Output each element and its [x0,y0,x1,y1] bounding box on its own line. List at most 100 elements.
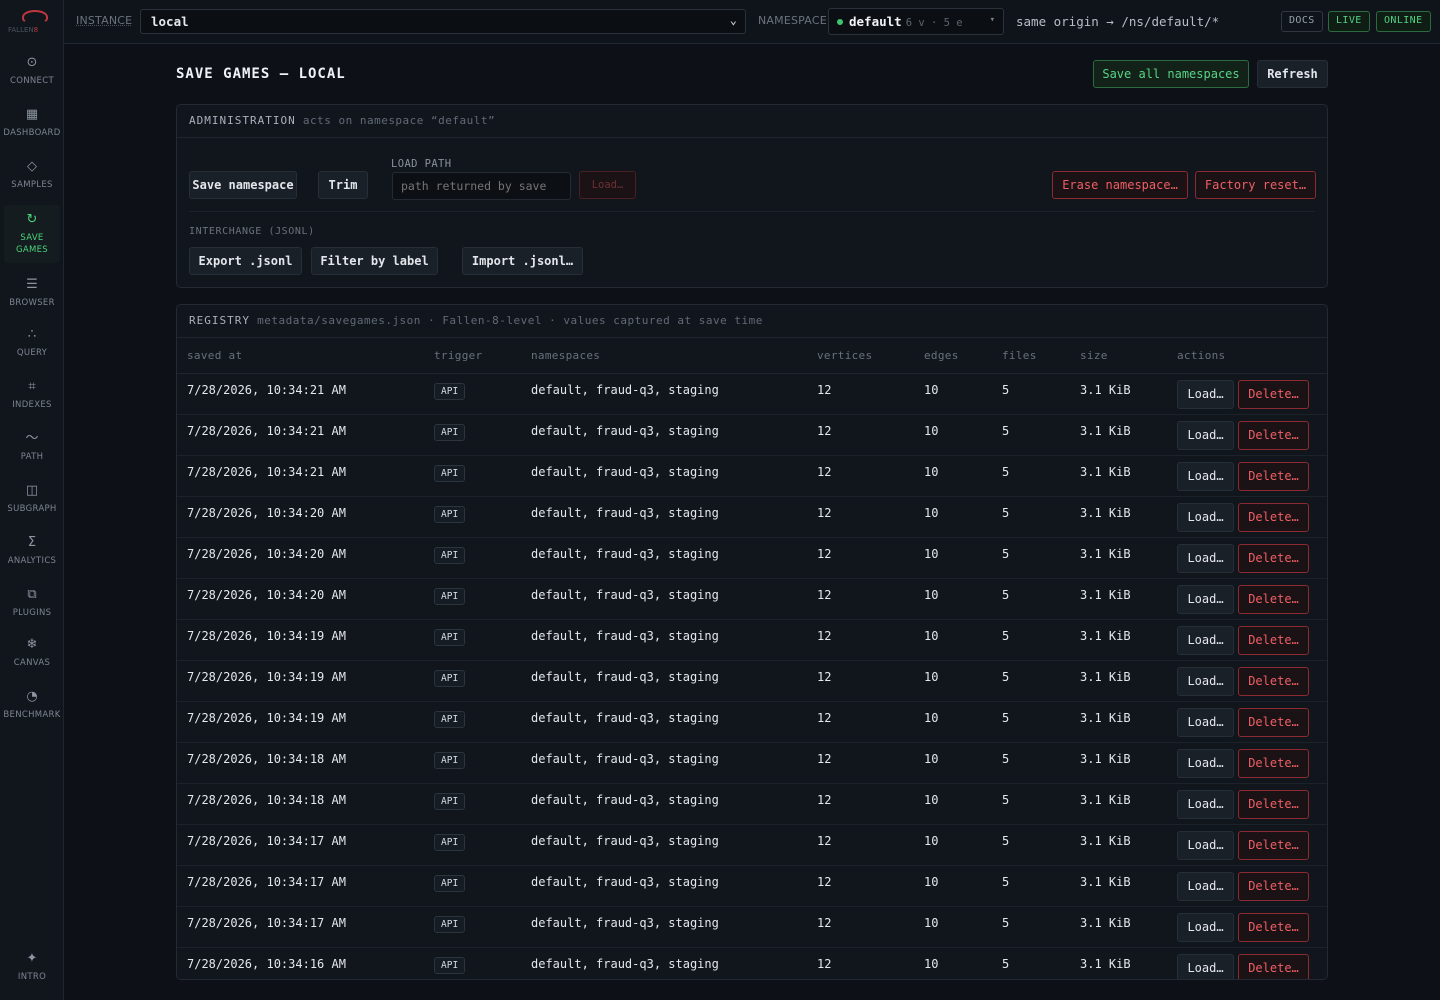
filter-by-label-button[interactable]: Filter by label [311,247,438,275]
load-savegame-button[interactable]: Load… [1177,707,1234,737]
load-savegame-button[interactable]: Load… [1177,912,1234,942]
sparkle-icon: ✦ [26,950,38,966]
delete-savegame-button[interactable]: Delete… [1238,789,1309,819]
registry-title: REGISTRY [189,314,250,327]
delete-savegame-button[interactable]: Delete… [1238,830,1309,860]
sidebar-item-benchmark[interactable]: ◔ BENCHMARK [3,682,60,728]
sidebar-item-samples[interactable]: ◇ SAMPLES [4,152,60,198]
cell-files: 5 [992,824,1070,866]
cell-files: 5 [992,701,1070,743]
sidebar-item-canvas[interactable]: ❄ CANVAS [4,630,60,676]
table-row: 7/28/2026, 10:34:19 AM API default, fraud-… [177,660,1327,702]
load-savegame-button[interactable]: Load… [1177,543,1234,573]
load-path-input[interactable] [392,172,571,200]
sidebar-item-analytics[interactable]: Σ ANALYTICS [4,528,60,574]
delete-savegame-button[interactable]: Delete… [1238,666,1309,696]
load-savegame-button[interactable]: Load… [1177,871,1234,901]
instance-label: INSTANCE [76,14,133,27]
load-savegame-button[interactable]: Load… [1177,789,1234,819]
cell-files: 5 [992,660,1070,702]
chevron-down-icon: ⌄ [729,13,737,27]
delete-savegame-button[interactable]: Delete… [1238,543,1309,573]
load-savegame-button[interactable]: Load… [1177,830,1234,860]
sidebar-item-indexes[interactable]: ⌗ INDEXES [4,372,60,418]
load-savegame-button[interactable]: Load… [1177,502,1234,532]
cell-namespaces: default, fraud-q3, staging [521,865,807,907]
sidebar-item-save-games[interactable]: ↻ SAVE GAMES [4,205,60,263]
table-row: 7/28/2026, 10:34:20 AM API default, fraud-… [177,537,1327,579]
factory-reset-button[interactable]: Factory reset… [1195,171,1316,199]
cell-namespaces: default, fraud-q3, staging [521,496,807,538]
cell-saved-at: 7/28/2026, 10:34:20 AM [177,537,424,579]
cell-size: 3.1 KiB [1070,824,1167,866]
column-header-files[interactable]: files [992,339,1070,374]
brand-logo[interactable]: FALLEN8 [8,8,58,36]
trim-button[interactable]: Trim [318,171,368,199]
cell-edges: 10 [914,414,992,456]
cell-namespaces: default, fraud-q3, staging [521,455,807,497]
delete-savegame-button[interactable]: Delete… [1238,912,1309,942]
delete-savegame-button[interactable]: Delete… [1238,379,1309,409]
load-savegame-button[interactable]: Load… [1177,666,1234,696]
instance-select[interactable]: local ⌄ [140,9,746,34]
sidebar-item-intro[interactable]: ✦ INTRO [4,944,60,990]
column-header-size[interactable]: size [1070,339,1167,374]
load-path-button[interactable]: Load… [579,171,636,199]
load-savegame-button[interactable]: Load… [1177,461,1234,491]
delete-savegame-button[interactable]: Delete… [1238,871,1309,901]
cell-trigger: API [424,537,521,579]
sidebar-item-connect[interactable]: ⊙ CONNECT [4,48,60,94]
load-savegame-button[interactable]: Load… [1177,584,1234,614]
column-header-saved-at[interactable]: saved at [177,339,424,374]
namespace-label: NAMESPACE [758,14,827,27]
table-row: 7/28/2026, 10:34:16 AM API default, fraud-… [177,947,1327,979]
column-header-actions: actions [1167,339,1327,374]
load-savegame-button[interactable]: Load… [1177,953,1234,979]
column-header-trigger[interactable]: trigger [424,339,521,374]
sidebar-item-subgraph[interactable]: ◫ SUBGRAPH [4,476,60,522]
erase-namespace-button[interactable]: Erase namespace… [1052,171,1188,199]
load-savegame-button[interactable]: Load… [1177,420,1234,450]
logo-wordmark: FALLEN [8,26,34,34]
namespace-select[interactable]: default 6 v · 5 e ▾ [828,8,1004,35]
refresh-button[interactable]: Refresh [1257,60,1328,88]
delete-savegame-button[interactable]: Delete… [1238,502,1309,532]
sidebar-item-query[interactable]: ∴ QUERY [4,320,60,366]
cell-saved-at: 7/28/2026, 10:34:19 AM [177,660,424,702]
delete-savegame-button[interactable]: Delete… [1238,625,1309,655]
trigger-badge: API [434,669,466,687]
delete-savegame-button[interactable]: Delete… [1238,748,1309,778]
registry-table: saved at trigger namespaces vertices edg… [177,339,1327,979]
trigger-badge: API [434,464,466,482]
table-row: 7/28/2026, 10:34:21 AM API default, fraud-… [177,414,1327,456]
column-header-edges[interactable]: edges [914,339,992,374]
delete-savegame-button[interactable]: Delete… [1238,953,1309,979]
sidebar-item-path[interactable]: 〜 PATH [4,424,60,470]
sidebar-item-dashboard[interactable]: ▦ DASHBOARD [3,100,60,146]
load-savegame-button[interactable]: Load… [1177,625,1234,655]
export-jsonl-button[interactable]: Export .jsonl [189,247,302,275]
import-jsonl-button[interactable]: Import .jsonl… [462,247,583,275]
cell-actions: Load… Delete… [1167,783,1327,825]
delete-savegame-button[interactable]: Delete… [1238,584,1309,614]
sidebar-item-browser[interactable]: ☰ BROWSER [4,270,60,316]
cell-saved-at: 7/28/2026, 10:34:18 AM [177,783,424,825]
docs-link[interactable]: DOCS [1281,11,1323,32]
save-namespace-button[interactable]: Save namespace [189,171,297,199]
cell-edges: 10 [914,742,992,784]
delete-savegame-button[interactable]: Delete… [1238,707,1309,737]
delete-savegame-button[interactable]: Delete… [1238,461,1309,491]
trigger-badge: API [434,546,466,564]
administration-panel: ADMINISTRATION acts on namespace “defaul… [176,104,1328,288]
cell-edges: 10 [914,947,992,979]
load-savegame-button[interactable]: Load… [1177,748,1234,778]
save-all-namespaces-button[interactable]: Save all namespaces [1093,60,1249,88]
delete-savegame-button[interactable]: Delete… [1238,420,1309,450]
sidebar-item-plugins[interactable]: ⧉ PLUGINS [4,580,60,626]
sidebar-item-label: BROWSER [9,297,55,308]
top-bar: INSTANCE local ⌄ NAMESPACE default 6 v · … [64,0,1440,44]
column-header-vertices[interactable]: vertices [807,339,914,374]
column-header-namespaces[interactable]: namespaces [521,339,807,374]
load-savegame-button[interactable]: Load… [1177,379,1234,409]
cell-vertices: 12 [807,865,914,907]
